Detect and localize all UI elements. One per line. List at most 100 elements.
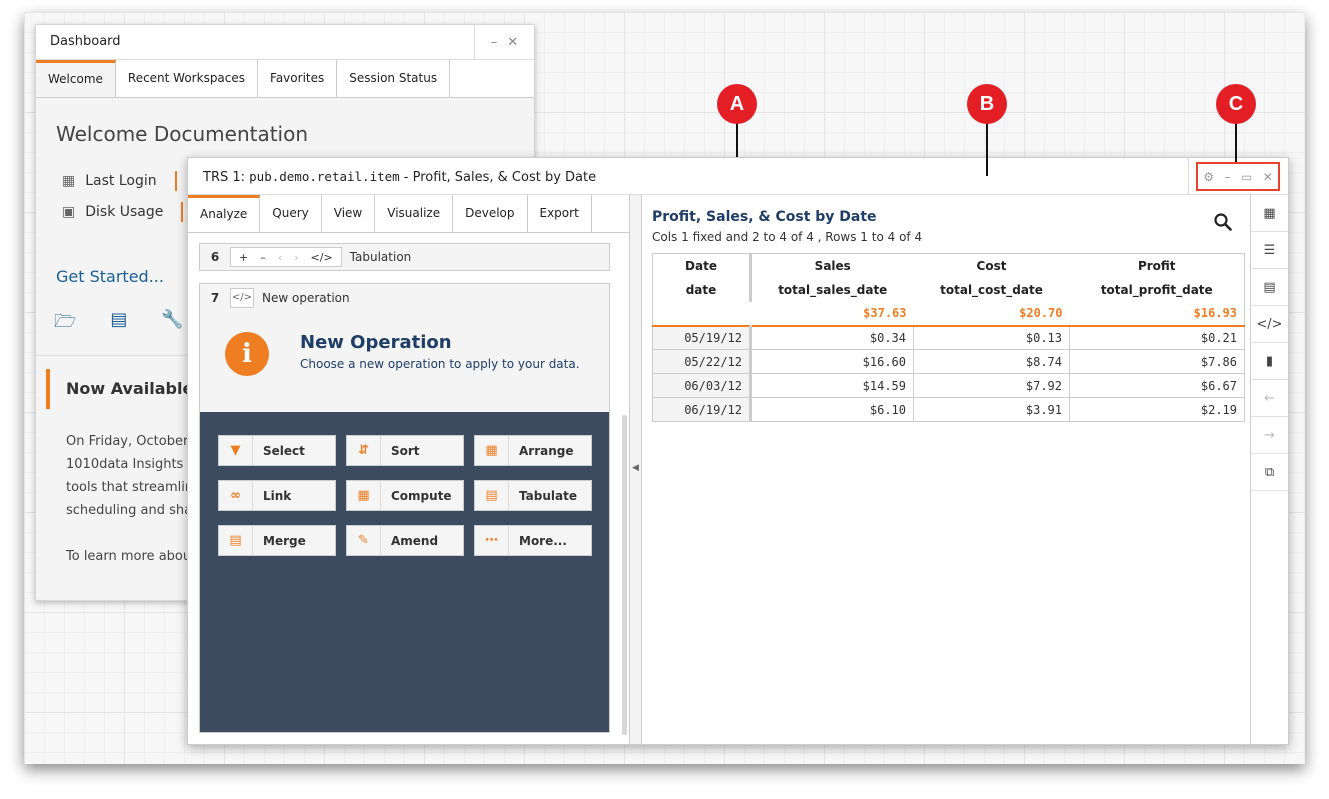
wrench-icon[interactable]: 🔧 [161, 309, 183, 339]
close-icon[interactable]: ✕ [1263, 170, 1273, 184]
folder-open-icon[interactable]: 🗁 [54, 309, 76, 339]
tab-view[interactable]: View [322, 195, 376, 232]
step-label: New operation [262, 291, 350, 305]
right-toolbar: ▦ ☰ ▤ </> ▮ ← → ⧉ [1250, 195, 1288, 744]
table-row[interactable]: 06/19/12 $6.10 $3.91 $2.19 [652, 397, 1245, 422]
tab-welcome[interactable]: Welcome [36, 60, 116, 97]
table-row[interactable]: 05/19/12 $0.34 $0.13 $0.21 [652, 325, 1245, 350]
code-icon[interactable]: </> [311, 251, 333, 264]
tab-export[interactable]: Export [528, 195, 592, 232]
step-number: 7 [210, 291, 220, 305]
left-arrow-icon[interactable]: ‹ [278, 251, 282, 264]
disk-icon: ▣ [62, 204, 76, 220]
tab-recent-workspaces[interactable]: Recent Workspaces [116, 60, 259, 97]
table-icon: ▤ [475, 481, 509, 510]
vertical-scrollbar[interactable] [622, 415, 627, 735]
trs-title: TRS 1: pub.demo.retail.item - Profit, Sa… [203, 169, 597, 185]
trs-tabs: Analyze Query View Visualize Develop Exp… [188, 195, 629, 233]
more-button[interactable]: ⋯ More... [474, 525, 592, 556]
cost-cell: $0.13 [913, 325, 1070, 350]
results-title: Profit, Sales, & Cost by Date [652, 209, 877, 225]
tab-analyze[interactable]: Analyze [188, 195, 261, 232]
close-icon[interactable]: ✕ [507, 35, 518, 50]
grid-view-icon[interactable]: ▦ [1251, 195, 1288, 232]
tab-query[interactable]: Query [260, 195, 322, 232]
grid-icon: ▦ [475, 436, 509, 465]
table-row[interactable]: 06/03/12 $14.59 $7.92 $6.67 [652, 373, 1245, 398]
calculator-icon: ▦ [347, 481, 381, 510]
step-label: Tabulation [349, 250, 412, 264]
tab-develop[interactable]: Develop [453, 195, 528, 232]
list-view-icon[interactable]: ☰ [1251, 232, 1288, 269]
sales-cell: $14.59 [750, 373, 914, 398]
dashboard-titlebar[interactable]: Dashboard – ✕ [36, 25, 534, 60]
callout-b-line [986, 120, 988, 176]
trs-window: TRS 1: pub.demo.retail.item - Profit, Sa… [187, 157, 1289, 745]
merge-button[interactable]: ▤ Merge [218, 525, 336, 556]
profit-cell: $0.21 [1069, 325, 1245, 350]
callout-a-line [736, 120, 738, 157]
total-sales: $37.63 [750, 301, 914, 327]
arrange-button[interactable]: ▦ Arrange [474, 435, 592, 466]
back-arrow-icon[interactable]: ← [1251, 380, 1288, 417]
sort-icon: ⇵ [347, 436, 381, 465]
column-header[interactable]: Cost [913, 253, 1070, 278]
tabulate-button[interactable]: ▤ Tabulate [474, 480, 592, 511]
news-line-2: 1010data Insights Pl [66, 457, 199, 472]
server-icon[interactable]: ▤ [110, 309, 127, 339]
news-line-4: scheduling and shar [66, 503, 198, 518]
edit-icon: ✎ [347, 526, 381, 555]
table-view-icon[interactable]: ▤ [1251, 269, 1288, 306]
code-icon[interactable]: </> [1251, 306, 1288, 343]
sales-cell: $16.60 [750, 349, 914, 374]
clone-icon[interactable]: ⧉ [1251, 454, 1288, 491]
maximize-icon[interactable]: ▭ [1241, 170, 1252, 184]
disk-usage-row: ▣ Disk Usage [62, 202, 184, 222]
column-header[interactable]: Sales [750, 253, 914, 278]
welcome-heading: Welcome Documentation [56, 122, 309, 146]
callout-c: C [1216, 84, 1256, 124]
collapse-left-icon[interactable]: ◀ [632, 463, 639, 473]
sales-cell: $6.10 [750, 397, 914, 422]
total-cost: $20.70 [913, 301, 1070, 327]
minimize-icon[interactable]: – [491, 35, 498, 50]
results-panel: Profit, Sales, & Cost by Date Cols 1 fix… [642, 195, 1250, 744]
trs-titlebar[interactable]: TRS 1: pub.demo.retail.item - Profit, Sa… [188, 158, 1288, 195]
gear-icon[interactable]: ⚙ [1203, 170, 1214, 184]
column-header[interactable]: Profit [1069, 253, 1245, 278]
column-name: total_sales_date [750, 277, 914, 302]
add-icon[interactable]: + [239, 251, 248, 264]
remove-icon[interactable]: – [260, 251, 266, 264]
step-tabulation[interactable]: 6 + – ‹ › </> Tabulation [199, 243, 610, 271]
total-profit: $16.93 [1069, 301, 1245, 327]
sort-button[interactable]: ⇵ Sort [346, 435, 464, 466]
compute-button[interactable]: ▦ Compute [346, 480, 464, 511]
book-icon[interactable]: ▮ [1251, 343, 1288, 380]
code-icon[interactable]: </> [230, 288, 254, 308]
forward-arrow-icon[interactable]: → [1251, 417, 1288, 454]
date-cell: 06/03/12 [652, 373, 752, 398]
cost-cell: $3.91 [913, 397, 1070, 422]
column-header[interactable]: Date [652, 253, 752, 278]
select-button[interactable]: ▼ Select [218, 435, 336, 466]
new-operation-title: New Operation [300, 332, 452, 353]
tab-favorites[interactable]: Favorites [258, 60, 338, 97]
tab-session-status[interactable]: Session Status [337, 60, 451, 97]
cost-cell: $8.74 [913, 349, 1070, 374]
table-row[interactable]: 05/22/12 $16.60 $8.74 $7.86 [652, 349, 1245, 374]
tab-visualize[interactable]: Visualize [375, 195, 454, 232]
news-line-3: tools that streamline [66, 480, 202, 495]
learn-more-text: To learn more about [66, 549, 197, 564]
search-icon[interactable] [1214, 213, 1232, 231]
profit-cell: $2.19 [1069, 397, 1245, 422]
profit-cell: $7.86 [1069, 349, 1245, 374]
panel-splitter[interactable]: ◀ [629, 195, 642, 744]
date-cell: 06/19/12 [652, 397, 752, 422]
disk-usage-label: Disk Usage [85, 204, 164, 220]
right-arrow-icon[interactable]: › [294, 251, 298, 264]
totals-row: $37.63 $20.70 $16.93 [652, 301, 1245, 327]
link-button[interactable]: ∞ Link [218, 480, 336, 511]
amend-button[interactable]: ✎ Amend [346, 525, 464, 556]
minimize-icon[interactable]: – [1224, 170, 1230, 184]
callout-b: B [967, 84, 1007, 124]
